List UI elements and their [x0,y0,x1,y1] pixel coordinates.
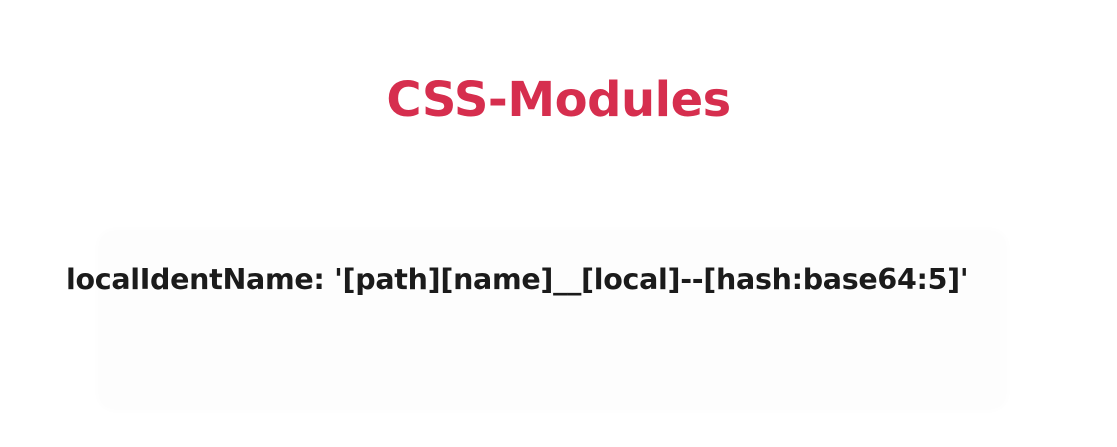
slide-title: CSS-Modules [386,72,731,129]
local-ident-name-config: localIdentName: '[path][name]__[local]--… [66,263,969,296]
